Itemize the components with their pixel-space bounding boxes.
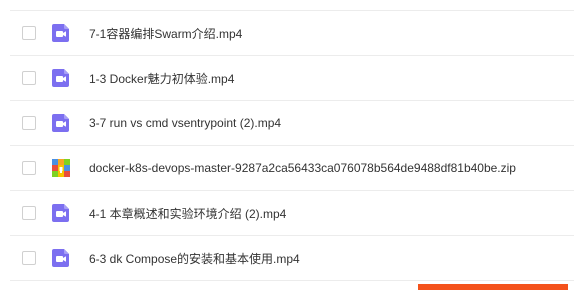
file-row[interactable]: 1-3 Docker魅力初体验.mp4 (10, 56, 574, 101)
video-file-icon (51, 203, 71, 223)
zip-archive-icon (51, 158, 71, 178)
file-name[interactable]: 1-3 Docker魅力初体验.mp4 (89, 70, 234, 87)
file-row[interactable]: docker-k8s-devops-master-9287a2ca56433ca… (10, 146, 574, 191)
file-name[interactable]: 6-3 dk Compose的安装和基本使用.mp4 (89, 250, 300, 267)
row-checkbox[interactable] (22, 161, 36, 175)
file-name[interactable]: 3-7 run vs cmd vsentrypoint (2).mp4 (89, 116, 281, 130)
file-name[interactable]: 7-1容器编排Swarm介绍.mp4 (89, 25, 242, 42)
row-checkbox[interactable] (22, 71, 36, 85)
file-row[interactable]: 3-7 run vs cmd vsentrypoint (2).mp4 (10, 101, 574, 146)
row-checkbox[interactable] (22, 206, 36, 220)
file-row[interactable]: 6-3 dk Compose的安装和基本使用.mp4 (10, 236, 574, 281)
accent-bar (418, 284, 568, 290)
video-file-icon (51, 113, 71, 133)
row-checkbox[interactable] (22, 26, 36, 40)
file-row[interactable]: 7-1容器编排Swarm介绍.mp4 (10, 11, 574, 56)
video-file-icon (51, 248, 71, 268)
video-file-icon (51, 23, 71, 43)
row-checkbox[interactable] (22, 251, 36, 265)
row-checkbox[interactable] (22, 116, 36, 130)
video-file-icon (51, 68, 71, 88)
file-name[interactable]: docker-k8s-devops-master-9287a2ca56433ca… (89, 161, 516, 175)
file-name[interactable]: 4-1 本章概述和实验环境介绍 (2).mp4 (89, 205, 286, 222)
file-row[interactable]: 4-1 本章概述和实验环境介绍 (2).mp4 (10, 191, 574, 236)
